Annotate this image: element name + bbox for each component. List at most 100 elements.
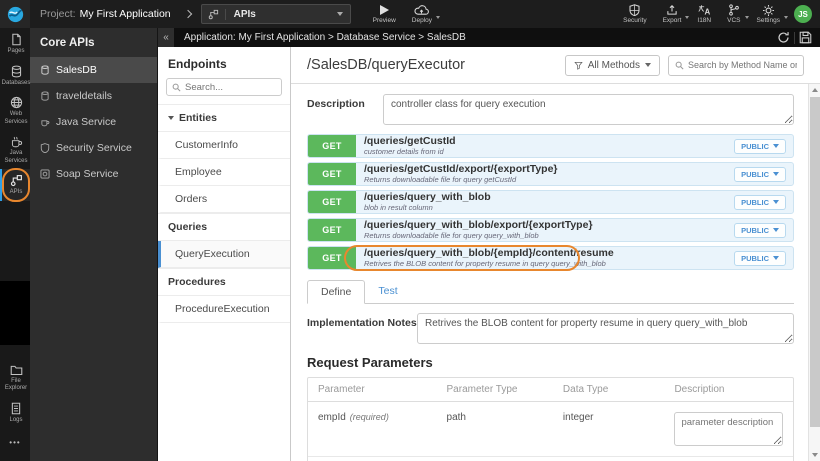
endpoints-group-entities[interactable]: Entities (158, 104, 290, 132)
endpoint-summary: Retrives the BLOB content for property r… (364, 259, 606, 268)
description-row: Description controller class for query e… (307, 94, 794, 125)
app-window: Project: My First Application APIs Previ… (0, 0, 820, 461)
caret-down-icon (773, 172, 779, 176)
endpoint-row[interactable]: GET /queries/getCustId customer details … (307, 134, 794, 158)
description-label: Description (307, 98, 365, 110)
top-bar: Project: My First Application APIs Previ… (0, 0, 820, 28)
method-badge: GET (308, 191, 356, 213)
param-type: path (446, 412, 466, 423)
endpoint-row-selected[interactable]: GET /queries/query_with_blob/{empId}/con… (307, 245, 794, 271)
method-badge: GET (308, 163, 356, 185)
play-icon (379, 4, 389, 16)
user-avatar[interactable]: JS (794, 5, 812, 23)
rail-item-pages[interactable]: Pages (0, 28, 30, 60)
arrow-down-icon (812, 453, 818, 457)
endpoint-summary: Returns downloadable file for query getC… (364, 175, 517, 184)
core-apis-panel: Core APIs SalesDB traveldetails Java Ser… (30, 28, 158, 461)
method-badge: GET (308, 135, 356, 157)
module-selector[interactable]: APIs (200, 4, 351, 24)
refresh-icon (777, 31, 790, 44)
main-header: /SalesDB/queryExecutor All Methods (291, 47, 820, 84)
scroll-up-button[interactable] (809, 84, 820, 96)
rail-overflow-button[interactable]: ••• (0, 438, 30, 455)
breadcrumb: Application: My First Application > Data… (184, 32, 466, 43)
export-button[interactable]: Export (655, 0, 690, 28)
param-name: empId (318, 412, 346, 423)
detail-tabs: Define Test (307, 279, 794, 304)
deploy-button[interactable]: Deploy (404, 0, 440, 28)
implementation-notes-label: Implementation Notes (307, 317, 417, 329)
save-button[interactable] (795, 28, 816, 47)
param-required: (required) (349, 412, 389, 422)
refresh-button[interactable] (773, 28, 794, 47)
endpoint-item-orders[interactable]: Orders (158, 186, 290, 213)
endpoints-search[interactable] (166, 78, 282, 96)
save-icon (799, 31, 812, 44)
export-up-icon (666, 4, 678, 16)
preview-button[interactable]: Preview (365, 0, 404, 28)
method-filter-dropdown[interactable]: All Methods (564, 54, 660, 76)
access-dropdown[interactable]: PUBLIC (734, 166, 786, 182)
endpoint-summary: Returns downloadable file for query quer… (364, 231, 539, 240)
vertical-scrollbar[interactable] (808, 84, 820, 461)
coffee-icon (40, 117, 50, 127)
endpoint-path: /queries/query_with_blob/export/{exportT… (364, 220, 593, 231)
access-dropdown[interactable]: PUBLIC (734, 222, 786, 238)
shield-icon (629, 4, 640, 16)
endpoints-panel: Endpoints Entities CustomerInfo Employee… (158, 47, 291, 461)
rail-item-apis[interactable]: APIs (0, 168, 30, 202)
caret-down-icon (645, 63, 651, 67)
settings-button[interactable]: Settings (749, 0, 788, 28)
caret-down-icon (168, 116, 174, 120)
rail-item-databases[interactable]: Databases (0, 60, 30, 92)
security-button[interactable]: Security (615, 0, 654, 28)
param-type: query (437, 457, 553, 461)
gear-icon (762, 4, 775, 16)
vcs-button[interactable]: VCS (719, 0, 749, 28)
soap-service-icon (40, 169, 50, 179)
core-api-salesdb[interactable]: SalesDB (30, 57, 157, 83)
access-dropdown[interactable]: PUBLIC (734, 138, 786, 154)
scroll-down-button[interactable] (809, 449, 820, 461)
panel-collapse-button[interactable]: « (158, 28, 174, 47)
endpoint-summary: customer details from id (364, 147, 444, 156)
core-api-java-service[interactable]: Java Service (30, 109, 157, 135)
core-api-soap-service[interactable]: Soap Service (30, 161, 157, 187)
endpoint-row[interactable]: GET /queries/query_with_blob/export/{exp… (307, 218, 794, 242)
shield-icon (40, 143, 50, 153)
endpoint-item-queryexecution[interactable]: QueryExecution (158, 241, 290, 268)
param-description-input[interactable] (674, 412, 783, 446)
rail-item-logs[interactable]: Logs (0, 397, 30, 429)
access-dropdown[interactable]: PUBLIC (734, 194, 786, 210)
method-badge: GET (308, 219, 356, 241)
rail-item-java-services[interactable]: Java Services (0, 130, 30, 169)
param-data-type: boolean (553, 457, 665, 461)
description-input[interactable]: controller class for query execution (383, 94, 794, 125)
rail-dark-patch (0, 280, 30, 345)
method-search[interactable] (668, 54, 804, 76)
folder-icon (10, 364, 23, 376)
app-logo[interactable] (0, 0, 30, 28)
endpoint-item-customerinfo[interactable]: CustomerInfo (158, 132, 290, 159)
access-dropdown[interactable]: PUBLIC (734, 250, 786, 266)
rail-item-file-explorer[interactable]: File Explorer (0, 359, 30, 397)
endpoint-item-procedureexecution[interactable]: ProcedureExecution (158, 296, 290, 323)
core-api-traveldetails[interactable]: traveldetails (30, 83, 157, 109)
endpoint-summary: blob in result column (364, 203, 433, 212)
endpoint-path: /queries/getCustId (364, 136, 456, 147)
scrollbar-thumb[interactable] (810, 97, 820, 427)
endpoint-item-employee[interactable]: Employee (158, 159, 290, 186)
tab-test[interactable]: Test (365, 280, 410, 304)
endpoint-row[interactable]: GET /queries/getCustId/export/{exportTyp… (307, 162, 794, 186)
request-parameters-title: Request Parameters (307, 355, 433, 370)
core-api-security-service[interactable]: Security Service (30, 135, 157, 161)
implementation-notes-input[interactable]: Retrives the BLOB content for property r… (417, 313, 794, 344)
endpoints-search-input[interactable] (185, 81, 276, 93)
column-header-data-type: Data Type (562, 384, 609, 395)
rail-item-web-services[interactable]: Web Services (0, 91, 30, 130)
tab-define[interactable]: Define (307, 280, 366, 304)
wavemaker-logo-icon (7, 6, 24, 23)
endpoint-row[interactable]: GET /queries/query_with_blob blob in res… (307, 190, 794, 214)
method-search-input[interactable] (688, 60, 797, 70)
i18n-button[interactable]: A I18N (689, 0, 719, 28)
